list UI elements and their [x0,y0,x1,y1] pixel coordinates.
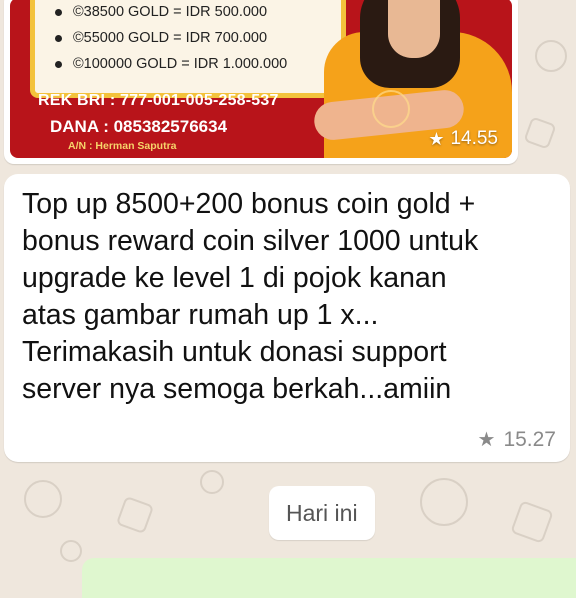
star-icon: ★ [477,429,496,451]
date-divider: Hari ini [269,486,375,540]
bank-account-text: REK BRI : 777-001-005-258-537 [38,92,279,109]
dana-number-text: DANA : 085382576634 [50,117,228,136]
wallpaper-doodle [420,478,468,526]
wallpaper-doodle [535,40,567,72]
price-item: ©55000 GOLD = IDR 700.000 [55,25,341,51]
wallpaper-doodle [510,500,554,544]
wallpaper-doodle [523,116,557,150]
price-item: ©100000 GOLD = IDR 1.000.000 [55,51,341,77]
wallpaper-doodle [60,540,82,562]
image-message-bubble[interactable]: ©38500 GOLD = IDR 500.000 ©55000 GOLD = … [4,0,518,164]
price-list-card: ©38500 GOLD = IDR 500.000 ©55000 GOLD = … [30,0,346,98]
star-icon: ★ [428,128,445,149]
price-list: ©38500 GOLD = IDR 500.000 ©55000 GOLD = … [35,0,341,77]
promo-image[interactable]: ©38500 GOLD = IDR 500.000 ©55000 GOLD = … [10,0,512,158]
outgoing-message-bubble[interactable] [82,558,576,598]
wallpaper-doodle [24,480,62,518]
message-text: Top up 8500+200 bonus coin gold + bonus … [22,188,479,405]
wallpaper-doodle [200,470,224,494]
image-message-meta: ★ 14.55 [428,128,498,150]
account-name-text: A/N : Herman Saputra [68,140,177,152]
price-item: ©38500 GOLD = IDR 500.000 [55,0,341,25]
text-message-meta: ★ 15.27 [478,427,557,452]
text-message-time: 15.27 [503,427,556,451]
text-message-bubble[interactable]: Top up 8500+200 bonus coin gold + bonus … [4,174,570,462]
image-message-time: 14.55 [450,128,498,149]
shirt-logo [372,90,410,128]
model-neck [388,0,440,58]
wallpaper-doodle [115,495,155,535]
